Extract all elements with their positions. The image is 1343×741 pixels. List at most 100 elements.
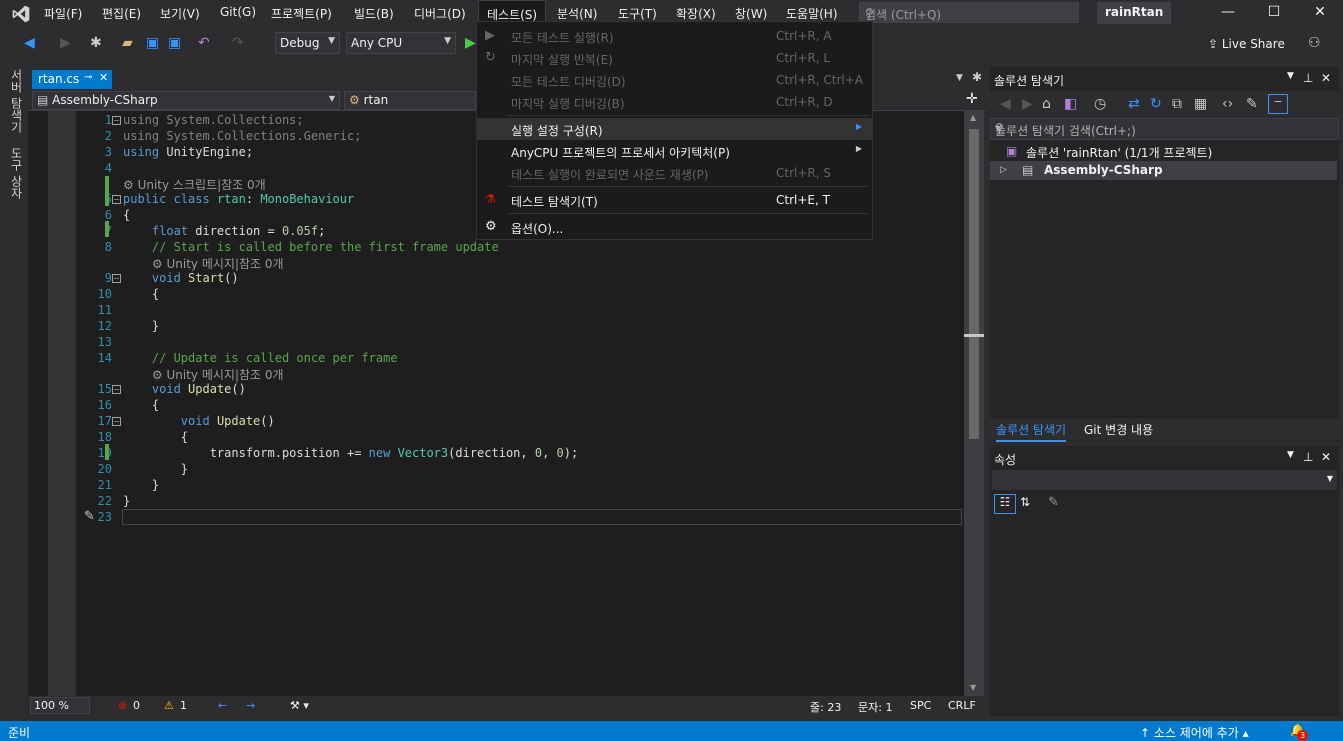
- codelens-hint[interactable]: ⚙ Unity 스크립트|참조 0개: [123, 176, 266, 193]
- fold-icon[interactable]: −: [112, 116, 121, 125]
- save-all-icon[interactable]: ▣: [168, 35, 181, 51]
- tree-item-solution[interactable]: ▣ 솔루션 'rainRtan' (1/1개 프로젝트): [990, 142, 1337, 161]
- menu-build[interactable]: 빌드(B): [354, 5, 394, 22]
- editor-scrollbar[interactable]: ▲ ▼: [964, 111, 984, 696]
- start-debug-icon[interactable]: ▶: [465, 35, 476, 51]
- pending-changes-icon[interactable]: ◷: [1094, 96, 1106, 112]
- tab-rtan-cs[interactable]: rtan.cs ⊸ ✕: [32, 70, 112, 90]
- new-project-icon[interactable]: ✱: [90, 35, 102, 51]
- tab-list-icon[interactable]: ▼: [956, 73, 963, 83]
- scroll-up-icon[interactable]: ▲: [970, 113, 976, 122]
- tab-git-changes[interactable]: Git 변경 내용: [1084, 421, 1153, 438]
- menu-analyze[interactable]: 분석(N): [557, 5, 597, 22]
- previous-issue-icon[interactable]: ←: [218, 699, 227, 712]
- toolbox-tab[interactable]: 도구 상자: [8, 147, 25, 199]
- pin-icon[interactable]: ⊥: [1303, 71, 1313, 85]
- menu-git[interactable]: Git(G): [220, 5, 256, 19]
- property-pages-icon[interactable]: ✎: [1048, 495, 1059, 510]
- sync-icon[interactable]: ⇄: [1128, 96, 1140, 112]
- pin-icon[interactable]: ⊥: [1303, 450, 1313, 464]
- fold-icon[interactable]: −: [112, 274, 121, 283]
- whitespace-indicator[interactable]: SPC: [910, 699, 931, 712]
- forward-icon[interactable]: ▶: [1022, 96, 1033, 112]
- menu-item-repeat-last-run[interactable]: ↻ 마지막 실행 반복(E) Ctrl+R, L: [477, 47, 872, 69]
- class-nav-dropdown[interactable]: ⚙ rtan: [344, 91, 476, 110]
- menu-window[interactable]: 창(W): [735, 5, 767, 22]
- wrench-icon[interactable]: ✎: [1246, 96, 1258, 112]
- back-icon[interactable]: ◀: [24, 35, 35, 51]
- menu-item-processor-architecture[interactable]: AnyCPU 프로젝트의 프로세서 아키텍처(P) ▶: [477, 140, 872, 162]
- back-icon[interactable]: ◀: [1000, 96, 1011, 112]
- window-position-icon[interactable]: ▼: [1287, 450, 1294, 460]
- server-explorer-tab[interactable]: 서버 탐색기: [8, 69, 25, 133]
- configuration-dropdown[interactable]: Debug ▼: [275, 32, 340, 54]
- platform-dropdown[interactable]: Any CPU ▼: [346, 32, 456, 54]
- tab-solution-explorer[interactable]: 솔루션 탐색기: [996, 421, 1067, 442]
- add-to-source-control-button[interactable]: ↑ 소스 제어에 추가 ▴: [1140, 724, 1249, 741]
- alphabetical-icon[interactable]: ⇅: [1020, 495, 1030, 509]
- preview-icon[interactable]: −: [1268, 94, 1288, 114]
- menu-tools[interactable]: 도구(T): [618, 5, 657, 22]
- pin-icon[interactable]: ⊸: [84, 72, 92, 83]
- chevron-down-icon[interactable]: ▼: [995, 124, 1333, 133]
- menu-debug[interactable]: 디버그(D): [414, 5, 466, 22]
- menu-project[interactable]: 프로젝트(P): [271, 5, 332, 22]
- split-editor-icon[interactable]: ✛: [966, 91, 978, 107]
- menu-help[interactable]: 도움말(H): [786, 5, 838, 22]
- window-position-icon[interactable]: ▼: [1287, 71, 1294, 81]
- open-folder-icon[interactable]: ▰: [122, 35, 133, 51]
- fold-icon[interactable]: −: [112, 195, 121, 204]
- warning-icon[interactable]: ⚠: [164, 699, 174, 712]
- show-all-files-icon[interactable]: ▦: [1194, 96, 1207, 112]
- minimize-icon[interactable]: —: [1213, 4, 1243, 20]
- tree-item-project[interactable]: ▷ ▤ Assembly-CSharp: [990, 161, 1337, 180]
- menu-file[interactable]: 파일(F): [44, 5, 82, 22]
- home-icon[interactable]: ⌂: [1042, 96, 1051, 112]
- categorized-icon[interactable]: ☷: [994, 494, 1016, 514]
- quick-action-icon[interactable]: ✎: [84, 509, 95, 524]
- search-input[interactable]: 검색 (Ctrl+Q) ⚲: [859, 2, 1079, 23]
- codelens-hint[interactable]: ⚙ Unity 메시지|참조 0개: [123, 366, 284, 383]
- close-tab-icon[interactable]: ✕: [99, 71, 108, 84]
- close-pane-icon[interactable]: ✕: [1321, 71, 1331, 85]
- close-icon[interactable]: ✕: [1305, 4, 1335, 20]
- menu-item-play-sound[interactable]: 테스트 실행이 완료되면 사운드 재생(P) Ctrl+R, S: [477, 162, 872, 184]
- collapse-all-icon[interactable]: ⧉: [1172, 96, 1182, 112]
- save-icon[interactable]: ▣: [146, 35, 159, 51]
- switch-views-icon[interactable]: ◧: [1064, 96, 1077, 112]
- gear-icon[interactable]: ✱: [972, 70, 982, 84]
- menu-edit[interactable]: 편집(E): [102, 5, 141, 22]
- code-view-icon[interactable]: ‹›: [1222, 96, 1233, 112]
- menu-view[interactable]: 보기(V): [160, 5, 200, 22]
- solution-search-input[interactable]: 솔루션 탐색기 검색(Ctrl+;) ⚲ ▼: [990, 118, 1339, 140]
- menu-item-debug-last-run[interactable]: 마지막 실행 디버깅(B) Ctrl+R, D: [477, 91, 872, 113]
- scrollbar-thumb[interactable]: [969, 129, 979, 439]
- zoom-dropdown[interactable]: 100 %: [30, 697, 90, 714]
- expand-arrow-icon[interactable]: ▷: [1000, 165, 1007, 175]
- codelens-hint[interactable]: ⚙ Unity 메시지|참조 0개: [123, 255, 284, 272]
- fold-icon[interactable]: −: [112, 417, 121, 426]
- scroll-down-icon[interactable]: ▼: [970, 683, 976, 692]
- redo-icon[interactable]: ↷: [232, 35, 244, 51]
- cleanup-brush-icon[interactable]: ⚒ ▾: [290, 699, 309, 712]
- fold-icon[interactable]: −: [112, 385, 121, 394]
- menu-item-configure-run-settings[interactable]: 실행 설정 구성(R) ▶: [477, 118, 872, 140]
- line-ending-indicator[interactable]: CRLF: [948, 699, 976, 712]
- error-icon[interactable]: ⊗: [118, 699, 127, 712]
- properties-object-dropdown[interactable]: ▼: [992, 470, 1337, 490]
- next-issue-icon[interactable]: →: [246, 699, 255, 712]
- visual-studio-logo-icon[interactable]: [10, 4, 32, 24]
- menu-extensions[interactable]: 확장(X): [676, 5, 716, 22]
- refresh-icon[interactable]: ↻: [1150, 96, 1162, 112]
- close-pane-icon[interactable]: ✕: [1321, 450, 1331, 464]
- menu-item-debug-all-tests[interactable]: 모든 테스트 디버깅(D) Ctrl+R, Ctrl+A: [477, 69, 872, 91]
- maximize-icon[interactable]: ☐: [1259, 4, 1289, 20]
- project-nav-dropdown[interactable]: ▤ Assembly-CSharp ▼: [32, 91, 340, 110]
- undo-icon[interactable]: ↶: [198, 35, 210, 51]
- menu-item-options[interactable]: ⚙ 옵션(O)...: [477, 216, 872, 238]
- menu-item-run-all-tests[interactable]: ▶ 모든 테스트 실행(R) Ctrl+R, A: [477, 25, 872, 47]
- forward-icon[interactable]: ▶: [60, 35, 71, 51]
- menu-item-test-explorer[interactable]: ⚗ 테스트 탐색기(T) Ctrl+E, T: [477, 189, 872, 211]
- live-share-button[interactable]: ⇪ Live Share: [1208, 37, 1285, 51]
- feedback-icon[interactable]: ⚇: [1308, 35, 1321, 51]
